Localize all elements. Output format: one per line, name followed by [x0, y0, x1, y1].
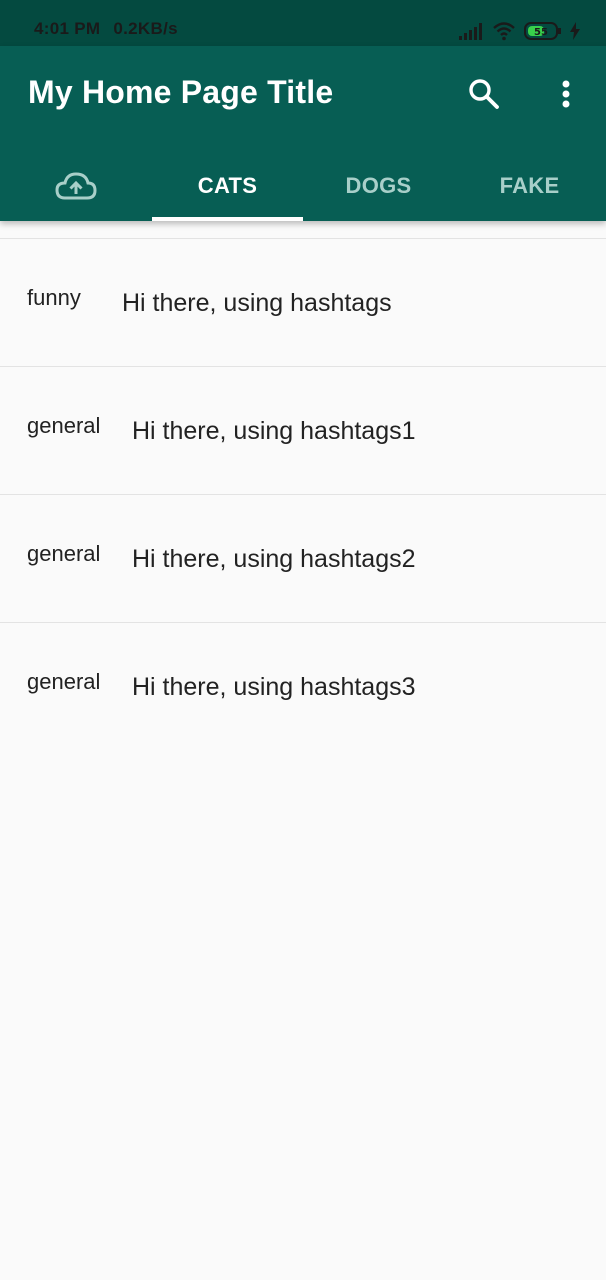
list-item-tag: funny [27, 285, 81, 310]
tab-dogs[interactable]: DOGS [303, 151, 454, 221]
list-item[interactable]: general Hi there, using hashtags2 [0, 494, 606, 622]
list-item[interactable]: general Hi there, using hashtags3 [0, 622, 606, 750]
list-item-tag: general [27, 541, 101, 566]
more-vert-icon [562, 80, 570, 108]
status-left: 4:01 PM 0.2KB/s [34, 19, 186, 39]
status-time: 4:01 PM [34, 19, 101, 38]
post-list: funny Hi there, using hashtags general H… [0, 238, 606, 750]
page-title: My Home Page Title [28, 74, 334, 110]
tab-cats[interactable]: CATS [152, 151, 303, 221]
list-item-text: Hi there, using hashtags [122, 289, 392, 317]
signal-icon [459, 23, 482, 40]
charging-icon [570, 22, 580, 40]
status-network-speed: 0.2KB/s [113, 19, 178, 38]
cloud-upload-icon [54, 172, 97, 200]
search-icon [469, 79, 499, 109]
list-item-tag: general [27, 413, 101, 438]
tab-bar: CATS DOGS FAKE [0, 151, 606, 221]
list-item-text: Hi there, using hashtags3 [132, 673, 416, 701]
tab-upload[interactable] [0, 151, 151, 221]
battery-level: 55 [534, 27, 548, 38]
tab-fake[interactable]: FAKE [454, 151, 605, 221]
status-icons: 55 [458, 20, 580, 42]
list-item-text: Hi there, using hashtags2 [132, 545, 416, 573]
more-options-button[interactable] [552, 76, 580, 112]
wifi-icon [493, 22, 515, 41]
search-button[interactable] [466, 76, 502, 112]
app-bar: My Home Page Title CATS DOGS FAKE [0, 46, 606, 221]
list-item[interactable]: general Hi there, using hashtags1 [0, 366, 606, 494]
tab-indicator [152, 217, 303, 221]
list-item-tag: general [27, 669, 101, 694]
list-item[interactable]: funny Hi there, using hashtags [0, 238, 606, 366]
status-bar: 4:01 PM 0.2KB/s 55 [0, 0, 606, 46]
battery-icon: 55 [524, 22, 561, 40]
list-item-text: Hi there, using hashtags1 [132, 417, 416, 445]
